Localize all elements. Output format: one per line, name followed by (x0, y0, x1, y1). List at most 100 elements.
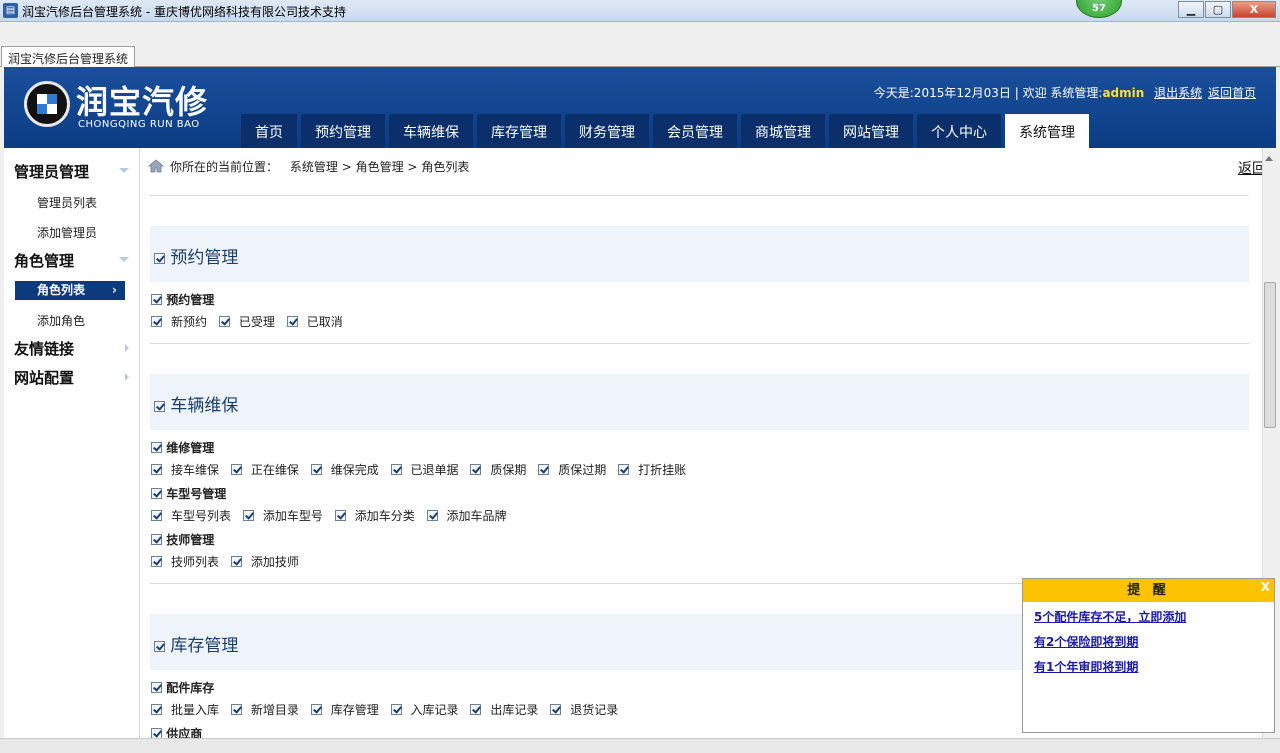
checkbox[interactable] (151, 728, 162, 738)
counter-badge[interactable]: 57 (1076, 0, 1122, 18)
checkbox[interactable] (151, 464, 162, 475)
nav-tab-vehicle-service[interactable]: 车辆维保 (389, 114, 473, 148)
nav-tab-mall[interactable]: 商城管理 (741, 114, 825, 148)
permission-group: 技师管理 (151, 531, 214, 548)
option-label: 新预约 (171, 315, 208, 329)
checkbox[interactable] (151, 294, 162, 305)
chevron-down-icon[interactable] (119, 168, 129, 173)
reminder-link-parts-stock[interactable]: 5个配件库存不足，立即添加 (1034, 608, 1274, 627)
permission-group-label: 供应商 (166, 727, 203, 738)
checkbox[interactable] (151, 316, 162, 327)
checkbox[interactable] (154, 253, 165, 264)
option-label: 添加车分类 (354, 509, 415, 523)
checkbox[interactable] (390, 704, 402, 715)
checkbox[interactable] (230, 464, 242, 475)
nav-tab-system[interactable]: 系统管理 (1005, 114, 1089, 148)
checkbox[interactable] (310, 704, 322, 715)
nav-tab-website[interactable]: 网站管理 (829, 114, 913, 148)
chevron-right-icon[interactable] (125, 344, 129, 352)
checkbox[interactable] (470, 704, 482, 715)
chevron-down-icon[interactable] (119, 257, 129, 262)
nav-tab-finance[interactable]: 财务管理 (565, 114, 649, 148)
nav-tab-inventory[interactable]: 库存管理 (477, 114, 561, 148)
option-label: 打折挂账 (638, 463, 687, 477)
checkbox[interactable] (151, 534, 162, 545)
section-title: 库存管理 (170, 636, 239, 656)
checkbox[interactable] (151, 682, 162, 693)
tab-strip: 润宝汽修后台管理系统 (0, 22, 1280, 67)
scroll-up-icon[interactable] (1265, 156, 1273, 161)
option-label: 维保完成 (330, 463, 379, 477)
checkbox[interactable] (334, 510, 346, 521)
permission-group-label: 预约管理 (166, 293, 215, 307)
sidebar-item-admin-list[interactable]: 管理员列表 (37, 194, 97, 211)
checkbox[interactable] (242, 510, 254, 521)
checkbox[interactable] (550, 704, 562, 715)
checkbox[interactable] (470, 464, 482, 475)
checkbox[interactable] (154, 401, 165, 412)
sidebar-group-links[interactable]: 友情链接 (14, 338, 74, 359)
sidebar-item-role-list[interactable]: 角色列表 › (15, 281, 125, 300)
checkbox[interactable] (286, 316, 298, 327)
checkbox[interactable] (151, 704, 162, 715)
checkbox[interactable] (151, 488, 162, 499)
breadcrumb-item: 角色列表 (421, 160, 470, 174)
back-link[interactable]: 返回 (1238, 158, 1262, 178)
breadcrumb-item[interactable]: 角色管理 (356, 160, 404, 174)
permission-group-label: 车型号管理 (166, 487, 227, 501)
nav-tab-members[interactable]: 会员管理 (653, 114, 737, 148)
nav-tab-home[interactable]: 首页 (241, 114, 297, 148)
nav-tab-profile[interactable]: 个人中心 (917, 114, 1001, 148)
sidebar-item-add-role[interactable]: 添加角色 (37, 312, 85, 329)
app-icon: ▤ (3, 3, 18, 18)
checkbox[interactable] (230, 556, 242, 567)
minimize-button[interactable]: ▁ (1178, 1, 1204, 18)
scroll-thumb[interactable] (1264, 282, 1276, 428)
reminder-link-annual-inspection[interactable]: 有1个年审即将到期 (1034, 658, 1274, 677)
status-bar (0, 738, 1280, 753)
nav-tab-appointments[interactable]: 预约管理 (301, 114, 385, 148)
reminder-link-insurance[interactable]: 有2个保险即将到期 (1034, 633, 1274, 652)
permission-group: 维修管理 (151, 439, 214, 456)
checkbox[interactable] (310, 464, 322, 475)
close-window-button[interactable]: X (1232, 1, 1276, 18)
checkbox[interactable] (538, 464, 550, 475)
logout-link[interactable]: 退出系统 (1154, 86, 1202, 100)
checkbox[interactable] (151, 556, 162, 567)
checkbox[interactable] (618, 464, 630, 475)
checkbox[interactable] (218, 316, 230, 327)
checkbox[interactable] (390, 464, 402, 475)
checkbox[interactable] (230, 704, 242, 715)
option-label: 批量入库 (171, 703, 220, 717)
option-label: 接车维保 (171, 463, 220, 477)
sidebar-item-add-admin[interactable]: 添加管理员 (37, 224, 97, 241)
chevron-right-icon[interactable] (125, 373, 129, 381)
sidebar-group-admins[interactable]: 管理员管理 (14, 161, 89, 182)
checkbox[interactable] (151, 442, 162, 453)
main-nav: 首页 预约管理 车辆维保 库存管理 财务管理 会员管理 商城管理 网站管理 个人… (241, 114, 1093, 148)
maximize-button[interactable]: ▢ (1205, 1, 1231, 18)
checkbox[interactable] (151, 510, 162, 521)
option-label: 已退单据 (410, 463, 459, 477)
document-tab[interactable]: 润宝汽修后台管理系统 (1, 46, 136, 67)
window-title: 润宝汽修后台管理系统 - 重庆博优网络科技有限公司技术支持 (22, 5, 346, 19)
breadcrumb-item[interactable]: 系统管理 (290, 160, 338, 174)
brand-logo-icon[interactable] (24, 81, 70, 127)
home-link[interactable]: 返回首页 (1208, 86, 1256, 100)
checkbox[interactable] (426, 510, 438, 521)
sidebar-group-site-config[interactable]: 网站配置 (14, 367, 74, 388)
permission-group: 配件库存 (151, 679, 214, 696)
breadcrumb-prefix: 你所在的当前位置： (170, 160, 279, 174)
sidebar-item-label: 角色列表 (37, 283, 86, 297)
chevron-right-icon: › (112, 283, 117, 297)
section-title: 车辆维保 (170, 396, 239, 416)
close-icon[interactable]: X (1261, 580, 1270, 594)
option-label: 已取消 (306, 315, 343, 329)
checkbox[interactable] (154, 641, 165, 652)
username: admin (1102, 86, 1145, 100)
option-label: 已受理 (238, 315, 275, 329)
option-label: 新增目录 (250, 703, 299, 717)
option-label: 添加车品牌 (446, 509, 507, 523)
sidebar-group-roles[interactable]: 角色管理 (14, 250, 74, 271)
permission-group-label: 维修管理 (166, 441, 215, 455)
